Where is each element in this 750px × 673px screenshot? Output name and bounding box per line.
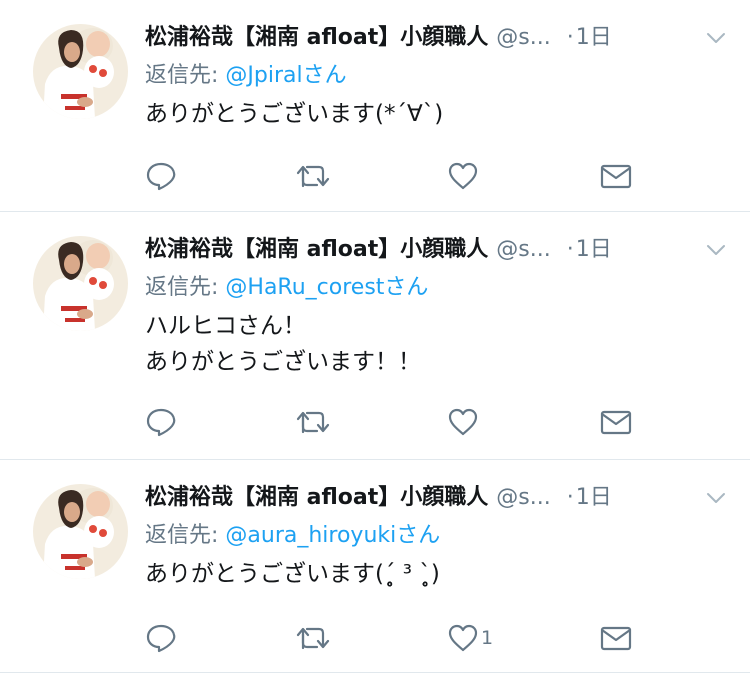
tweet[interactable]: 松浦裕哉【湘南 afloat】小顔職人 @s... ·1日 返信先: @Jpiral… — [0, 0, 750, 212]
avatar[interactable] — [33, 24, 128, 119]
direct-message-button[interactable] — [599, 618, 633, 658]
reply-button[interactable] — [145, 402, 177, 442]
direct-message-button[interactable] — [599, 156, 633, 196]
like-button[interactable]: 1 — [447, 618, 493, 658]
display-name[interactable]: 松浦裕哉【湘南 afloat】小顔職人 — [145, 25, 488, 50]
tweet-content: 松浦裕哉【湘南 afloat】小顔職人 @s... ·1日 返信先: @Jpiral… — [145, 20, 726, 132]
handle[interactable]: @s... — [496, 237, 550, 262]
reply-to: 返信先: @Jpiralさん — [145, 60, 726, 92]
reply-to: 返信先: @HaRu_corestさん — [145, 272, 726, 304]
separator-dot: · — [566, 237, 574, 262]
avatar[interactable] — [33, 236, 128, 331]
retweet-button[interactable] — [295, 156, 331, 196]
reply-prefix: 返信先: — [145, 523, 226, 548]
tweet-content: 松浦裕哉【湘南 afloat】小顔職人 @s... ·1日 返信先: @HaRu_c… — [145, 232, 726, 380]
chevron-down-icon[interactable] — [704, 238, 728, 262]
tweet-text: ハルヒコさん！ ありがとうございます！！ — [145, 313, 421, 375]
tweet-actions: 1 — [145, 618, 645, 658]
display-name[interactable]: 松浦裕哉【湘南 afloat】小顔職人 — [145, 237, 488, 262]
display-name[interactable]: 松浦裕哉【湘南 afloat】小顔職人 — [145, 485, 488, 510]
reply-mention-link[interactable]: @Jpiralさん — [225, 63, 346, 88]
timestamp[interactable]: 1日 — [576, 485, 612, 510]
tweet-actions — [145, 156, 645, 196]
heart-icon — [448, 162, 478, 190]
timestamp[interactable]: 1日 — [576, 237, 612, 262]
chevron-down-icon[interactable] — [704, 486, 728, 510]
timeline: 松浦裕哉【湘南 afloat】小顔職人 @s... ·1日 返信先: @Jpiral… — [0, 0, 750, 673]
separator-dot: · — [566, 25, 574, 50]
tweet-text: ありがとうございます(ˊ̥̥̥̥̥ ³ ˋ̥̥̥̥̥) — [145, 561, 440, 587]
reply-mention-link[interactable]: @aura_hiroyukiさん — [225, 523, 440, 548]
tweet-actions — [145, 402, 645, 442]
like-button[interactable] — [447, 156, 481, 196]
envelope-icon — [600, 410, 632, 435]
handle[interactable]: @s... — [496, 485, 550, 510]
tweet-text: ありがとうございます(*´∀`) — [145, 101, 444, 127]
chevron-down-icon[interactable] — [704, 26, 728, 50]
reply-icon — [146, 624, 176, 653]
reply-icon — [146, 408, 176, 437]
tweet-header: 松浦裕哉【湘南 afloat】小顔職人 @s... ·1日 — [145, 20, 726, 56]
envelope-icon — [600, 626, 632, 651]
direct-message-button[interactable] — [599, 402, 633, 442]
heart-icon — [448, 408, 478, 436]
tweet-content: 松浦裕哉【湘南 afloat】小顔職人 @s... ·1日 返信先: @aura_h… — [145, 480, 726, 592]
like-count: 1 — [481, 627, 494, 649]
envelope-icon — [600, 164, 632, 189]
reply-button[interactable] — [145, 156, 177, 196]
separator-dot: · — [566, 485, 574, 510]
tweet[interactable]: 松浦裕哉【湘南 afloat】小顔職人 @s... ·1日 返信先: @HaRu_c… — [0, 212, 750, 460]
retweet-button[interactable] — [295, 402, 331, 442]
avatar[interactable] — [33, 484, 128, 579]
retweet-icon — [296, 165, 330, 188]
tweet-header: 松浦裕哉【湘南 afloat】小顔職人 @s... ·1日 — [145, 480, 726, 516]
reply-mention-link[interactable]: @HaRu_corestさん — [225, 275, 428, 300]
retweet-icon — [296, 627, 330, 650]
retweet-button[interactable] — [295, 618, 331, 658]
heart-icon — [448, 624, 478, 652]
reply-prefix: 返信先: — [145, 275, 226, 300]
reply-button[interactable] — [145, 618, 177, 658]
tweet[interactable]: 松浦裕哉【湘南 afloat】小顔職人 @s... ·1日 返信先: @aura_h… — [0, 460, 750, 673]
tweet-header: 松浦裕哉【湘南 afloat】小顔職人 @s... ·1日 — [145, 232, 726, 268]
reply-to: 返信先: @aura_hiroyukiさん — [145, 520, 726, 552]
reply-icon — [146, 162, 176, 191]
handle[interactable]: @s... — [496, 25, 550, 50]
like-button[interactable] — [447, 402, 481, 442]
timestamp[interactable]: 1日 — [576, 25, 612, 50]
retweet-icon — [296, 411, 330, 434]
reply-prefix: 返信先: — [145, 63, 226, 88]
